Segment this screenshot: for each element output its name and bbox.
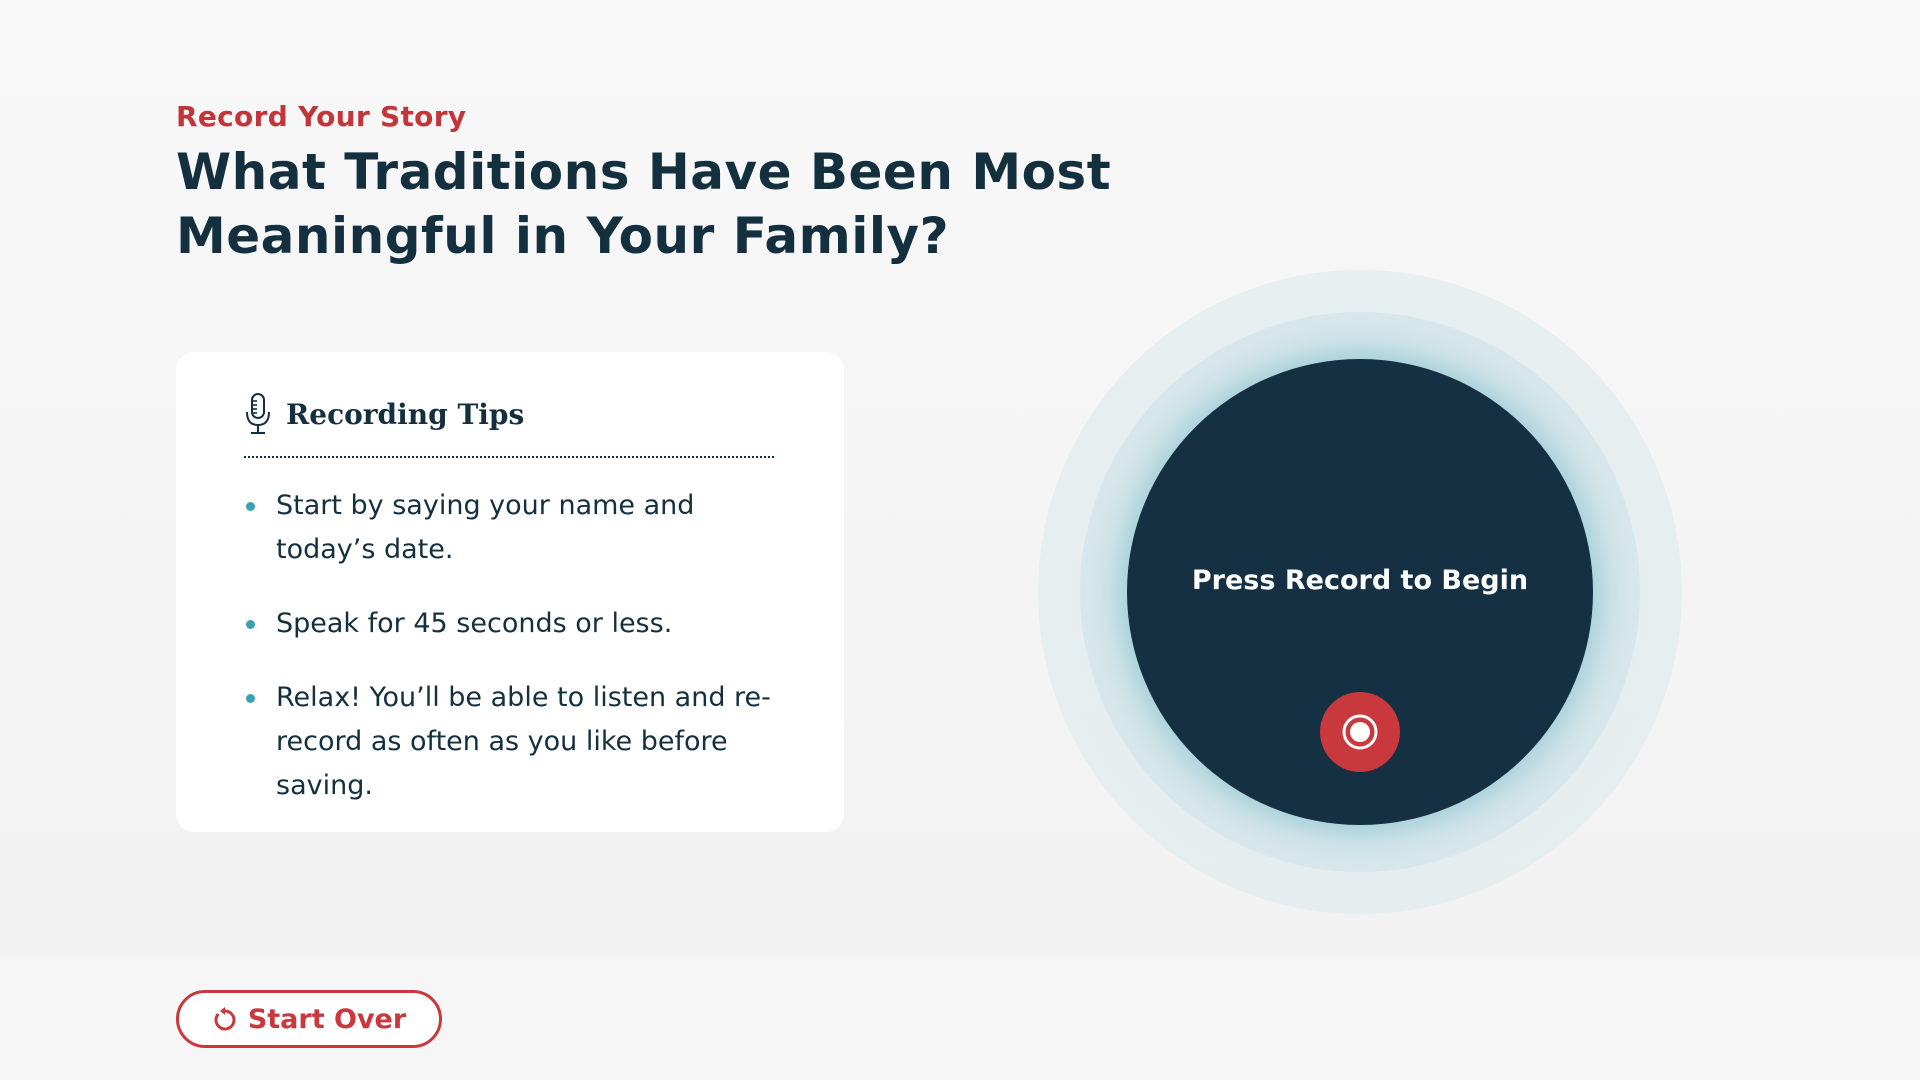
bullet-dot [246, 502, 255, 511]
tip-text: Speak for 45 seconds or less. [276, 608, 673, 639]
list-item: Start by saying your name and today’s da… [244, 484, 774, 572]
eyebrow-label: Record Your Story [176, 100, 467, 133]
divider [244, 456, 774, 458]
start-over-label: Start Over [247, 1003, 407, 1035]
record-icon [1342, 714, 1378, 750]
recorder-halo: Press Record to Begin [1038, 270, 1682, 914]
list-item: Relax! You’ll be able to listen and re-r… [244, 676, 774, 808]
page-title: What Traditions Have Been Most Meaningfu… [176, 143, 1112, 265]
recorder-panel: Press Record to Begin [1127, 359, 1593, 825]
record-button[interactable] [1320, 692, 1400, 772]
tips-title: Recording Tips [286, 397, 525, 431]
tip-text: Start by saying your name and today’s da… [276, 490, 695, 565]
bullet-dot [246, 694, 255, 703]
restart-icon [214, 1007, 236, 1031]
tips-header: Recording Tips [244, 388, 774, 440]
list-item: Speak for 45 seconds or less. [244, 602, 774, 646]
microphone-icon [246, 393, 270, 434]
tips-list: Start by saying your name and today’s da… [244, 484, 774, 808]
start-over-button[interactable]: Start Over [176, 990, 442, 1048]
recording-tips-card: Recording Tips Start by saying your name… [176, 352, 844, 832]
tip-text: Relax! You’ll be able to listen and re-r… [276, 682, 771, 801]
bullet-dot [246, 620, 255, 629]
record-prompt: Press Record to Begin [1191, 565, 1529, 596]
